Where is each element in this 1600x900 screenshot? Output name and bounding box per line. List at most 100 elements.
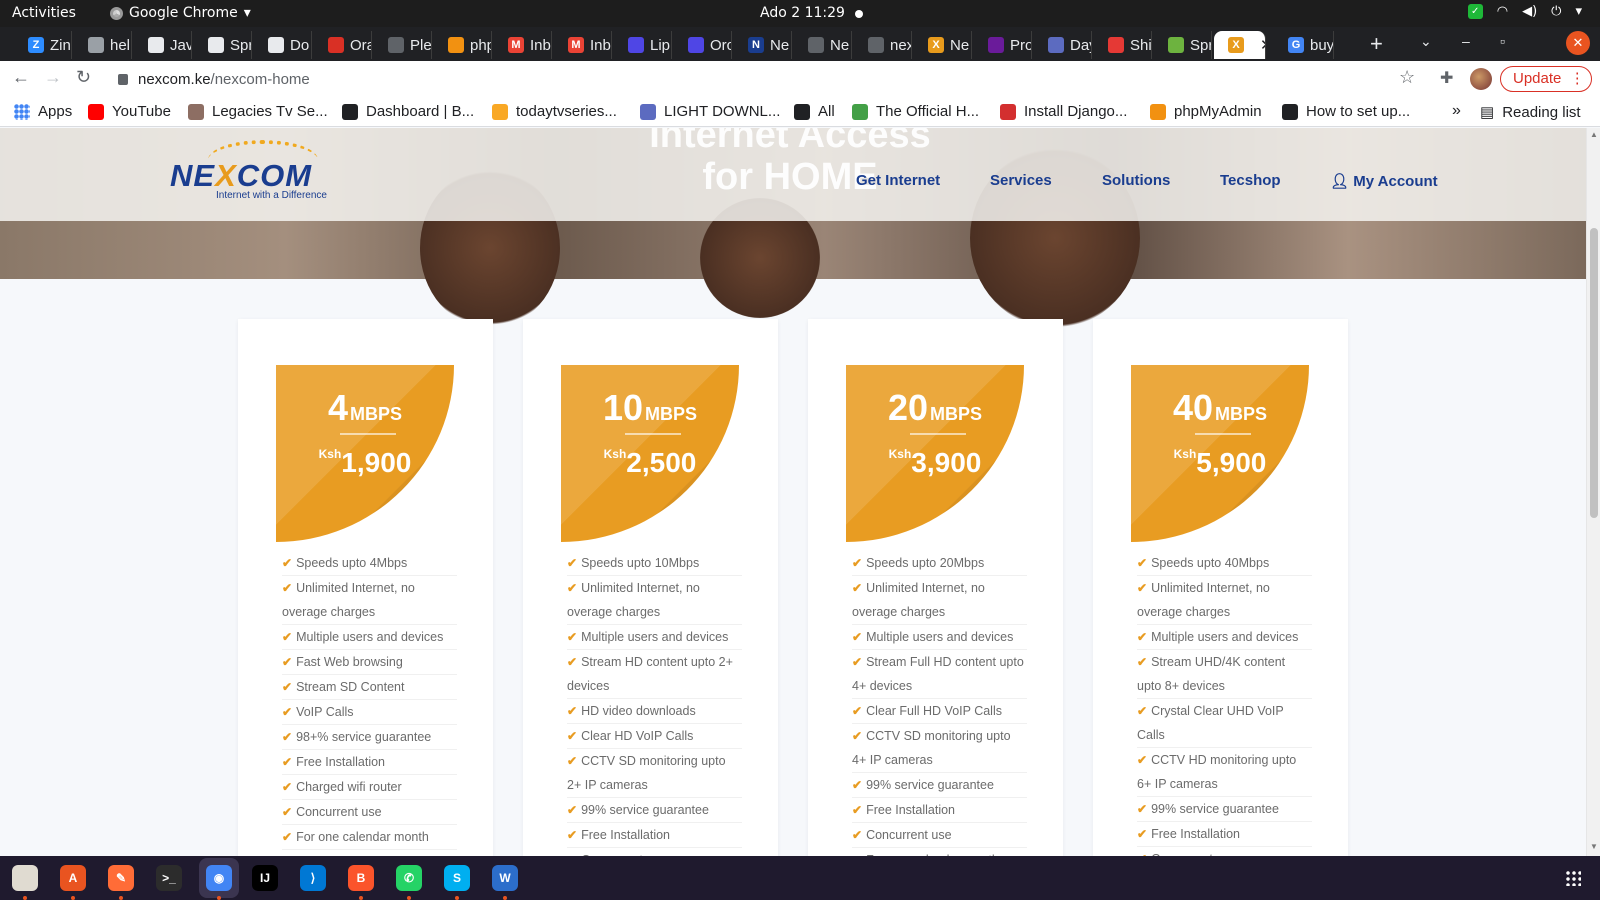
dock-postman-icon[interactable]: ✎ <box>106 863 136 893</box>
bookmark-item[interactable]: Legacies Tv Se... <box>188 103 328 120</box>
browser-tab[interactable]: Z Zin <box>14 31 72 59</box>
browser-tab[interactable]: Ora <box>314 31 372 59</box>
scroll-up-arrow-icon[interactable]: ▲ <box>1590 130 1598 139</box>
dock-chrome-icon[interactable]: ◉ <box>199 858 239 898</box>
browser-tab[interactable]: Ne <box>794 31 852 59</box>
plan-card[interactable]: 10 MBPS Ksh2,500 ✔ Speeds upto 10Mbps ✔ Unlimi… <box>523 319 778 856</box>
plan-feature-item: ✔ CCTV SD monitoring upto 2+ IP cameras <box>567 749 742 798</box>
bookmark-label: All <box>818 103 835 120</box>
tab-search-icon[interactable]: ⌄ <box>1420 33 1432 50</box>
dock-brave-icon[interactable]: B <box>346 863 376 893</box>
reload-icon[interactable]: ↻ <box>76 67 91 88</box>
plan-feature-item: ✔ Multiple users and devices <box>852 625 1027 650</box>
browser-tab[interactable]: php <box>434 31 492 59</box>
app-menu[interactable]: Google Chrome ▾ <box>110 5 251 21</box>
more-bookmarks-chevron-icon[interactable]: » <box>1452 102 1461 120</box>
bookmark-item[interactable]: Apps <box>14 103 72 120</box>
clock[interactable]: Ado 2 11:29 <box>760 5 845 21</box>
show-applications-icon[interactable] <box>1565 870 1581 886</box>
browser-tab[interactable]: Orc <box>674 31 732 59</box>
dock-app-glyph: B <box>348 865 374 891</box>
close-tab-icon[interactable]: ✕ <box>1260 36 1265 54</box>
address-bar[interactable]: nexcom.ke/nexcom-home <box>108 64 1408 94</box>
browser-tab[interactable]: Ple <box>374 31 432 59</box>
nav-tecshop[interactable]: Tecshop <box>1220 172 1281 189</box>
dock-app-glyph: S <box>444 865 470 891</box>
checkmark-icon: ✔ <box>282 830 293 844</box>
close-window-button[interactable]: ✕ <box>1566 31 1590 55</box>
tab-favicon-icon <box>1048 37 1064 53</box>
nav-services[interactable]: Services <box>990 172 1052 189</box>
browser-tab[interactable]: hel <box>74 31 132 59</box>
plan-feature-item: ✔ VoIP Calls <box>282 700 457 725</box>
scroll-down-arrow-icon[interactable]: ▼ <box>1590 842 1598 851</box>
browser-tab[interactable]: N Ne <box>734 31 792 59</box>
nav-solutions[interactable]: Solutions <box>1102 172 1170 189</box>
plan-card[interactable]: 4 MBPS Ksh1,900 ✔ Speeds upto 4Mbps ✔ Unlimite… <box>238 319 493 856</box>
price-currency: Ksh <box>1173 447 1197 461</box>
bookmark-item[interactable]: All <box>794 103 835 120</box>
update-button[interactable]: Update ⋮ <box>1500 66 1592 92</box>
plan-card[interactable]: 40 MBPS Ksh5,900 ✔ Speeds upto 40Mbps ✔ Unlimi… <box>1093 319 1348 856</box>
scrollbar-thumb[interactable] <box>1590 228 1598 518</box>
plan-feature-item: ✔ 99% service guarantee <box>567 798 742 823</box>
new-tab-button[interactable]: + <box>1370 31 1383 57</box>
back-arrow-icon[interactable]: ← <box>12 67 30 88</box>
bookmark-item[interactable]: Dashboard | B... <box>342 103 474 120</box>
browser-tab[interactable]: Shi <box>1094 31 1152 59</box>
bookmark-item[interactable]: The Official H... <box>852 103 979 120</box>
dock-files-icon[interactable] <box>10 863 40 893</box>
tab-favicon-icon: M <box>508 37 524 53</box>
system-tray[interactable]: ✓ ◠ ◀) ⏻ ▾ <box>1467 4 1582 19</box>
bookmark-item[interactable]: YouTube <box>88 103 171 120</box>
checkmark-icon: ✔ <box>1137 704 1148 718</box>
activities-button[interactable]: Activities <box>12 5 76 21</box>
forward-arrow-icon[interactable]: → <box>44 67 62 88</box>
bookmark-item[interactable]: phpMyAdmin <box>1150 103 1262 120</box>
browser-tab[interactable]: M Inb <box>494 31 552 59</box>
browser-tab[interactable]: X✕ <box>1214 31 1266 59</box>
dock-whatsapp-icon[interactable]: ✆ <box>394 863 424 893</box>
maximize-button[interactable]: ▫ <box>1500 33 1505 49</box>
minimize-button[interactable]: – <box>1462 33 1470 49</box>
nav-get-internet[interactable]: Get Internet <box>856 172 940 189</box>
plan-feature-item: ✔ Unlimited Internet, no overage charges <box>567 576 742 625</box>
nexcom-logo[interactable]: NEXCOM Internet with a Difference <box>170 140 327 201</box>
dock-vscode-icon[interactable]: ⟩ <box>298 863 328 893</box>
bookmark-item[interactable]: todaytvseries... <box>492 103 617 120</box>
nav-my-account[interactable]: 👤︎ My Account <box>1330 172 1438 190</box>
plan-card[interactable]: 20 MBPS Ksh3,900 ✔ Speeds upto 20Mbps ✔ Unlimi… <box>808 319 1063 856</box>
browser-tab[interactable]: Pro <box>974 31 1032 59</box>
feature-text: Clear HD VoIP Calls <box>581 729 694 743</box>
running-indicator <box>407 896 411 900</box>
browser-tab[interactable]: Spr <box>194 31 252 59</box>
bookmark-item[interactable]: Install Django... <box>1000 103 1127 120</box>
dock-intellij-icon[interactable]: IJ <box>250 863 280 893</box>
browser-tab[interactable]: Gbuy <box>1274 31 1334 59</box>
dock-terminal-icon[interactable]: >_ <box>154 863 184 893</box>
extensions-puzzle-icon[interactable]: ✚ <box>1440 68 1453 88</box>
bookmark-item[interactable]: How to set up... <box>1282 103 1410 120</box>
plan-feature-item: ✔ HD video downloads <box>567 699 742 724</box>
dock-software-icon[interactable]: A <box>58 863 88 893</box>
browser-tab[interactable]: Day <box>1034 31 1092 59</box>
bookmark-item[interactable]: LIGHT DOWNL... <box>640 103 780 120</box>
tab-favicon-icon <box>628 37 644 53</box>
page-scrollbar[interactable]: ▲ ▼ <box>1586 128 1600 856</box>
browser-tab[interactable]: Do <box>254 31 312 59</box>
reading-list-button[interactable]: ▤ Reading list <box>1480 103 1581 122</box>
browser-tab[interactable]: nex <box>854 31 912 59</box>
profile-avatar[interactable] <box>1470 68 1492 90</box>
browser-toolbar: ← → ↻ nexcom.ke/nexcom-home ☆ ✚ Update ⋮ <box>0 61 1600 97</box>
browser-tab[interactable]: Spr <box>1154 31 1212 59</box>
browser-tab[interactable]: Jav <box>134 31 192 59</box>
security-shield-icon[interactable]: ✓ <box>1467 4 1483 19</box>
tab-favicon-icon: M <box>568 37 584 53</box>
bookmark-star-icon[interactable]: ☆ <box>1399 67 1415 88</box>
dock-skype-icon[interactable]: S <box>442 863 472 893</box>
dock-wps-writer-icon[interactable]: W <box>490 863 520 893</box>
browser-tab[interactable]: M Inb <box>554 31 612 59</box>
lock-icon[interactable] <box>118 73 128 85</box>
browser-tab[interactable]: X Ne <box>914 31 972 59</box>
browser-tab[interactable]: Lip <box>614 31 672 59</box>
